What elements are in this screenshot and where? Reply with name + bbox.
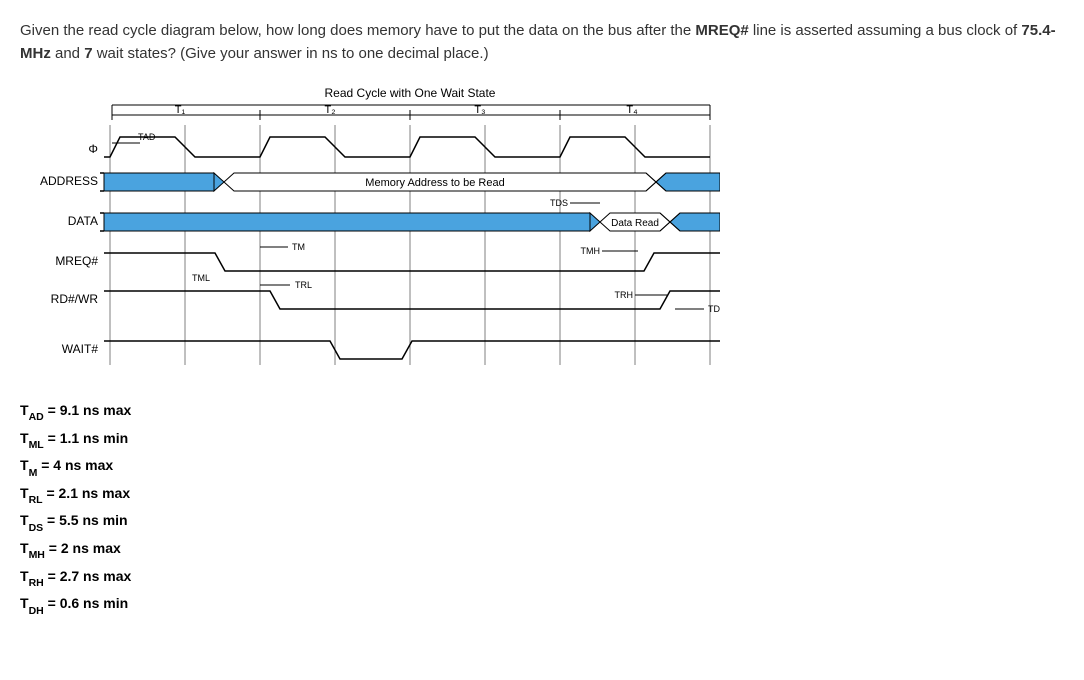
data-label: DATA bbox=[68, 214, 98, 228]
t1-label: T₁ bbox=[175, 104, 186, 116]
param-tml: TML = 1.1 ns min bbox=[20, 427, 1064, 453]
t2-label: T₂ bbox=[325, 104, 336, 116]
left-stubs bbox=[100, 173, 104, 231]
question-text: Given the read cycle diagram below, how … bbox=[20, 20, 1064, 65]
wait-label: WAIT# bbox=[62, 342, 99, 356]
mreq-wave bbox=[104, 253, 720, 271]
svg-text:TM: TM bbox=[292, 242, 305, 252]
timing-parameters: TAD = 9.1 ns max TML = 1.1 ns min TM = 4… bbox=[20, 399, 1064, 618]
svg-text:TMH: TMH bbox=[581, 246, 601, 256]
diagram-title: Read Cycle with One Wait State bbox=[325, 86, 496, 100]
data-read-text: Data Read bbox=[611, 218, 659, 229]
mreq-annots: TML TM TMH bbox=[192, 242, 638, 283]
svg-text:TML: TML bbox=[192, 273, 210, 283]
phi-wave bbox=[104, 137, 710, 157]
param-tmh: TMH = 2 ns max bbox=[20, 537, 1064, 563]
param-tm: TM = 4 ns max bbox=[20, 454, 1064, 480]
address-label: ADDRESS bbox=[40, 174, 98, 188]
q-waits: 7 bbox=[84, 45, 92, 62]
param-tad: TAD = 9.1 ns max bbox=[20, 399, 1064, 425]
mreq-label: MREQ# bbox=[55, 254, 98, 268]
svg-text:TRL: TRL bbox=[295, 280, 312, 290]
q-prefix: Given the read cycle diagram below, how … bbox=[20, 22, 695, 39]
timing-diagram: Read Cycle with One Wait State T₁ T₂ T₃ … bbox=[20, 85, 1064, 375]
rdwr-label: RD#/WR bbox=[51, 292, 99, 306]
q-mid: line is asserted assuming a bus clock of bbox=[749, 22, 1022, 39]
param-tdh: TDH = 0.6 ns min bbox=[20, 592, 1064, 618]
svg-text:TDH: TDH bbox=[708, 304, 720, 314]
timing-svg: Read Cycle with One Wait State T₁ T₂ T₃ … bbox=[20, 85, 720, 375]
tds-annot: TDS bbox=[550, 198, 568, 208]
address-bus: Memory Address to be Read bbox=[104, 173, 720, 191]
data-bus: Data Read TDS bbox=[104, 198, 720, 231]
param-trl: TRL = 2.1 ns max bbox=[20, 482, 1064, 508]
period-labels: T₁ T₂ T₃ T₄ bbox=[112, 104, 710, 120]
q-and: and bbox=[51, 45, 84, 62]
param-tds: TDS = 5.5 ns min bbox=[20, 509, 1064, 535]
grid-lines bbox=[110, 125, 710, 365]
t4-label: T₄ bbox=[626, 104, 638, 116]
q-signal: MREQ# bbox=[695, 22, 748, 39]
svg-text:TRH: TRH bbox=[615, 290, 634, 300]
t3-label: T₃ bbox=[474, 104, 485, 116]
q-suffix: wait states? (Give your answer in ns to … bbox=[93, 45, 489, 62]
svg-text:TAD: TAD bbox=[138, 132, 156, 142]
param-trh: TRH = 2.7 ns max bbox=[20, 565, 1064, 591]
mem-addr-text: Memory Address to be Read bbox=[365, 177, 504, 189]
signal-labels: Φ ADDRESS DATA MREQ# RD#/WR WAIT# bbox=[40, 142, 98, 356]
phi-label: Φ bbox=[88, 142, 98, 156]
wait-wave bbox=[104, 341, 720, 359]
